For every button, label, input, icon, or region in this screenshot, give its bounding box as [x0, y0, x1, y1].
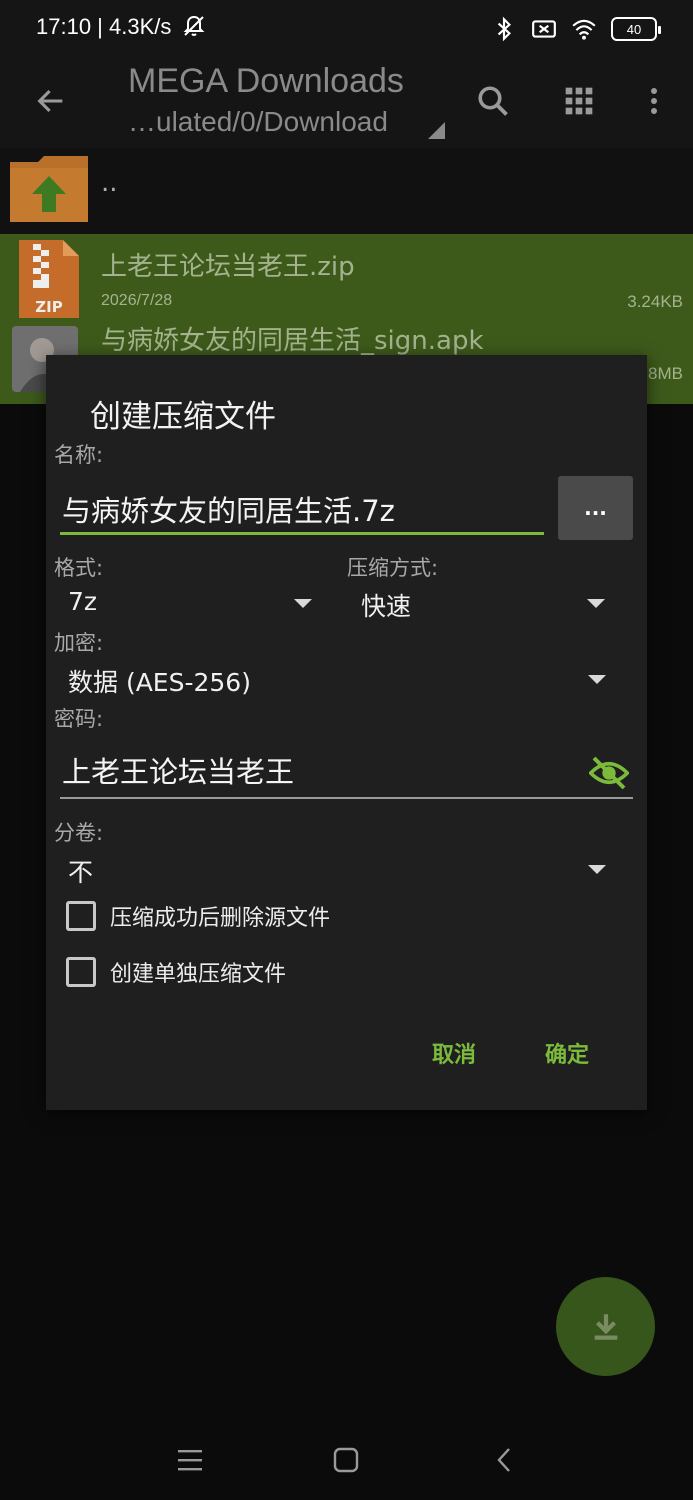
compression-method-select[interactable]: 快速 — [347, 581, 611, 625]
checkbox-label: 创建单独压缩文件 — [110, 962, 287, 987]
password-input[interactable]: 上老王论坛当老王 — [60, 745, 633, 799]
download-icon — [594, 1313, 617, 1340]
folder-up-icon — [10, 156, 88, 222]
grid-view-icon — [565, 87, 593, 115]
volume-select[interactable]: 不 — [54, 847, 612, 891]
encryption-select[interactable]: 数据 (AES-256) — [54, 657, 612, 701]
separate-archive-checkbox[interactable]: 创建单独压缩文件 — [66, 954, 286, 990]
status-bar: 17:10 | 4.3K/s 40 — [0, 0, 693, 60]
wifi-icon — [572, 19, 596, 40]
cancel-button[interactable]: 取消 — [432, 1037, 476, 1069]
back-arrow-icon — [37, 89, 63, 113]
file-size: 3.24KB — [627, 292, 683, 311]
bell-off-icon — [183, 15, 204, 36]
delete-source-checkbox[interactable]: 压缩成功后删除源文件 — [66, 898, 330, 934]
zip-file-icon: ZIP — [19, 240, 79, 318]
format-select[interactable]: 7z — [54, 581, 318, 625]
chevron-left-icon — [497, 1448, 510, 1472]
download-fab[interactable] — [556, 1277, 655, 1376]
browse-button[interactable]: ... — [558, 476, 633, 540]
toolbar-path[interactable]: …ulated/0/Download — [128, 106, 388, 138]
search-icon — [478, 86, 508, 116]
chevron-down-icon — [588, 675, 606, 684]
volume-label: 分卷: — [54, 821, 104, 845]
recents-button[interactable] — [170, 1440, 210, 1480]
parent-folder-label: .. — [101, 168, 118, 198]
battery-level: 40 — [626, 21, 642, 37]
system-nav-bar — [0, 1420, 693, 1500]
encryption-value: 数据 (AES-256) — [68, 668, 251, 697]
parent-folder-row[interactable]: .. — [0, 148, 693, 234]
battery-icon: 40 — [611, 17, 661, 41]
format-label: 格式: — [54, 556, 104, 580]
chevron-down-icon — [587, 599, 605, 608]
password-label: 密码: — [54, 707, 104, 731]
menu-icon — [178, 1450, 202, 1471]
checkbox-box[interactable] — [66, 957, 96, 987]
path-dropdown-icon[interactable] — [428, 122, 445, 139]
more-vert-icon — [651, 88, 657, 114]
password-value: 上老王论坛当老王 — [62, 755, 295, 789]
home-button[interactable] — [326, 1440, 366, 1480]
format-value: 7z — [68, 587, 98, 616]
toolbar-title: MEGA Downloads — [128, 62, 404, 100]
svg-text:ZIP: ZIP — [35, 298, 62, 316]
bluetooth-icon — [497, 16, 511, 42]
dialog-title: 创建压缩文件 — [90, 399, 276, 435]
checkbox-label: 压缩成功后删除源文件 — [110, 906, 331, 931]
create-archive-dialog: 创建压缩文件 名称: 与病娇女友的同居生活.7z ... 格式: 7z 压缩方式… — [46, 355, 647, 1110]
back-button[interactable] — [28, 78, 74, 124]
volume-value: 不 — [68, 858, 94, 887]
archive-name-input[interactable]: 与病娇女友的同居生活.7z — [60, 480, 544, 535]
visibility-off-icon[interactable] — [589, 753, 629, 793]
search-button[interactable] — [470, 78, 516, 124]
file-size: 8MB — [648, 364, 683, 383]
chevron-down-icon — [294, 599, 312, 608]
checkbox-box[interactable] — [66, 901, 96, 931]
back-nav-button[interactable] — [484, 1440, 524, 1480]
sim-off-icon — [532, 20, 556, 38]
encryption-label: 加密: — [54, 631, 104, 655]
status-time: 17:10 | 4.3K/s — [36, 14, 206, 40]
method-label: 压缩方式: — [347, 556, 439, 580]
method-value: 快速 — [361, 592, 412, 621]
status-icons: 40 — [491, 16, 661, 42]
name-label: 名称: — [54, 443, 104, 467]
more-options-button[interactable] — [631, 78, 677, 124]
file-row[interactable]: ZIP 上老王论坛当老王.zip 2026/7/28 3.24KB — [0, 234, 693, 322]
ok-button[interactable]: 确定 — [545, 1037, 589, 1069]
toolbar: MEGA Downloads …ulated/0/Download — [0, 60, 693, 148]
file-date: 2026/7/28 — [101, 292, 173, 309]
file-name: 与病娇女友的同居生活_sign.apk — [101, 326, 484, 356]
home-square-icon — [333, 1447, 359, 1473]
file-name: 上老王论坛当老王.zip — [101, 252, 355, 282]
grid-view-button[interactable] — [556, 78, 602, 124]
chevron-down-icon — [588, 865, 606, 874]
status-time-text: 17:10 | 4.3K/s — [36, 14, 172, 39]
